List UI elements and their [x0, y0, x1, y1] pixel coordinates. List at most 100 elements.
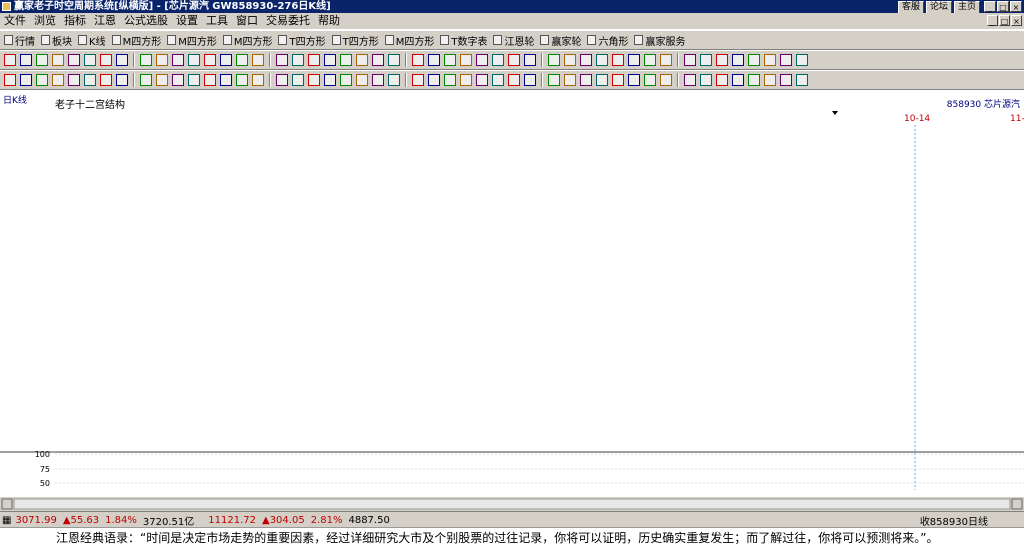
analysis-tool-icon[interactable]: [716, 74, 728, 86]
drawing-tool-icon[interactable]: [116, 54, 128, 66]
analysis-tool-icon[interactable]: [100, 74, 112, 86]
drawing-tool-icon[interactable]: [52, 54, 64, 66]
kline-chart-area[interactable]: 10-1211-0111-1912-0912-2901-1902-1503-07…: [0, 90, 1024, 510]
drawing-tool-icon[interactable]: [36, 54, 48, 66]
drawing-tool-icon[interactable]: [204, 54, 216, 66]
menu-tools[interactable]: 工具: [202, 13, 232, 29]
menu-trade[interactable]: 交易委托: [262, 13, 314, 29]
drawing-tool-icon[interactable]: [84, 54, 96, 66]
drawing-tool-icon[interactable]: [20, 54, 32, 66]
analysis-tool-icon[interactable]: [252, 74, 264, 86]
drawing-tool-icon[interactable]: [644, 54, 656, 66]
analysis-tool-icon[interactable]: [660, 74, 672, 86]
drawing-tool-icon[interactable]: [372, 54, 384, 66]
analysis-tool-icon[interactable]: [580, 74, 592, 86]
analysis-tool-icon[interactable]: [220, 74, 232, 86]
square-tool-2[interactable]: M四方形: [165, 32, 221, 48]
analysis-tool-icon[interactable]: [476, 74, 488, 86]
minimize-button[interactable]: _: [984, 1, 996, 12]
analysis-tool-icon[interactable]: [84, 74, 96, 86]
analysis-tool-icon[interactable]: [444, 74, 456, 86]
drawing-tool-icon[interactable]: [388, 54, 400, 66]
analysis-tool-icon[interactable]: [372, 74, 384, 86]
analysis-tool-icon[interactable]: [276, 74, 288, 86]
analysis-tool-icon[interactable]: [340, 74, 352, 86]
mdi-minimize-button[interactable]: _: [987, 15, 998, 26]
analysis-tool-icon[interactable]: [36, 74, 48, 86]
drawing-tool-icon[interactable]: [476, 54, 488, 66]
menu-browse[interactable]: 浏览: [30, 13, 60, 29]
drawing-tool-icon[interactable]: [716, 54, 728, 66]
drawing-tool-icon[interactable]: [4, 54, 16, 66]
drawing-tool-icon[interactable]: [524, 54, 536, 66]
drawing-tool-icon[interactable]: [188, 54, 200, 66]
mdi-close-button[interactable]: ×: [1011, 15, 1022, 26]
menu-window[interactable]: 窗口: [232, 13, 262, 29]
drawing-tool-icon[interactable]: [748, 54, 760, 66]
drawing-tool-icon[interactable]: [780, 54, 792, 66]
winner-service-button[interactable]: 赢家服务: [632, 32, 689, 48]
analysis-tool-icon[interactable]: [412, 74, 424, 86]
analysis-tool-icon[interactable]: [204, 74, 216, 86]
drawing-tool-icon[interactable]: [628, 54, 640, 66]
drawing-tool-icon[interactable]: [356, 54, 368, 66]
analysis-tool-icon[interactable]: [236, 74, 248, 86]
analysis-tool-icon[interactable]: [156, 74, 168, 86]
analysis-tool-icon[interactable]: [508, 74, 520, 86]
analysis-tool-icon[interactable]: [308, 74, 320, 86]
analysis-tool-icon[interactable]: [460, 74, 472, 86]
sector-button[interactable]: 板块: [39, 32, 76, 48]
hexagon-button[interactable]: 六角形: [585, 32, 632, 48]
number-table-button[interactable]: T数字表: [438, 32, 491, 48]
analysis-tool-icon[interactable]: [628, 74, 640, 86]
analysis-tool-icon[interactable]: [20, 74, 32, 86]
horizontal-scrollbar[interactable]: [0, 497, 1024, 511]
mdi-restore-button[interactable]: □: [999, 15, 1010, 26]
square-tool-3[interactable]: M四方形: [221, 32, 277, 48]
analysis-tool-icon[interactable]: [68, 74, 80, 86]
drawing-tool-icon[interactable]: [548, 54, 560, 66]
analysis-tool-icon[interactable]: [52, 74, 64, 86]
close-button[interactable]: ×: [1010, 1, 1022, 12]
drawing-tool-icon[interactable]: [140, 54, 152, 66]
drawing-tool-icon[interactable]: [700, 54, 712, 66]
drawing-tool-icon[interactable]: [444, 54, 456, 66]
drawing-tool-icon[interactable]: [660, 54, 672, 66]
drawing-tool-icon[interactable]: [492, 54, 504, 66]
drawing-tool-icon[interactable]: [172, 54, 184, 66]
kline-button[interactable]: K线: [76, 32, 110, 48]
drawing-tool-icon[interactable]: [564, 54, 576, 66]
analysis-tool-icon[interactable]: [140, 74, 152, 86]
analysis-tool-icon[interactable]: [596, 74, 608, 86]
square-tool-5[interactable]: T四方形: [330, 32, 383, 48]
analysis-tool-icon[interactable]: [644, 74, 656, 86]
drawing-tool-icon[interactable]: [596, 54, 608, 66]
drawing-tool-icon[interactable]: [412, 54, 424, 66]
analysis-tool-icon[interactable]: [564, 74, 576, 86]
drawing-tool-icon[interactable]: [612, 54, 624, 66]
drawing-tool-icon[interactable]: [308, 54, 320, 66]
scroll-right-button[interactable]: [1011, 498, 1023, 510]
analysis-tool-icon[interactable]: [292, 74, 304, 86]
drawing-tool-icon[interactable]: [340, 54, 352, 66]
menu-indicator[interactable]: 指标: [60, 13, 90, 29]
analysis-tool-icon[interactable]: [524, 74, 536, 86]
menu-gann[interactable]: 江恩: [90, 13, 120, 29]
drawing-tool-icon[interactable]: [236, 54, 248, 66]
menu-help[interactable]: 帮助: [314, 13, 344, 29]
quotes-button[interactable]: 行情: [2, 32, 39, 48]
square-tool-4[interactable]: T四方形: [276, 32, 329, 48]
analysis-tool-icon[interactable]: [172, 74, 184, 86]
drawing-tool-icon[interactable]: [460, 54, 472, 66]
winner-wheel-button[interactable]: 赢家轮: [538, 32, 585, 48]
analysis-tool-icon[interactable]: [700, 74, 712, 86]
drawing-tool-icon[interactable]: [428, 54, 440, 66]
analysis-tool-icon[interactable]: [684, 74, 696, 86]
square-tool-6[interactable]: M四方形: [383, 32, 439, 48]
drawing-tool-icon[interactable]: [252, 54, 264, 66]
drawing-tool-icon[interactable]: [156, 54, 168, 66]
drawing-tool-icon[interactable]: [276, 54, 288, 66]
analysis-tool-icon[interactable]: [780, 74, 792, 86]
kline-chart[interactable]: 10-1211-0111-1912-0912-2901-1902-1503-07…: [0, 90, 1024, 510]
analysis-tool-icon[interactable]: [764, 74, 776, 86]
